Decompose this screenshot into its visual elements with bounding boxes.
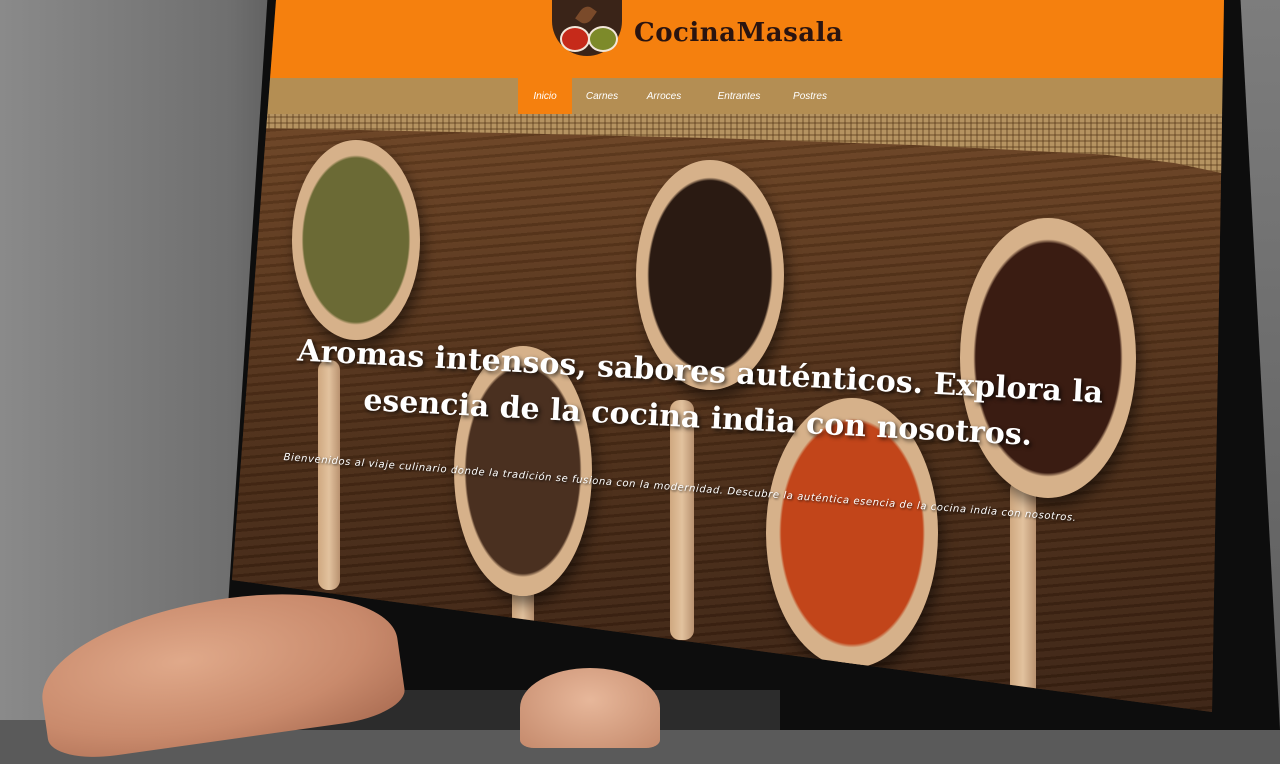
site-header: CocinaMasala: [232, 0, 1224, 78]
nav-item-postres[interactable]: Postres: [782, 78, 838, 114]
nav-item-arroces[interactable]: Arroces: [636, 78, 692, 114]
spoon-oregano: [292, 140, 420, 340]
nav-item-entrantes[interactable]: Entrantes: [706, 78, 772, 114]
red-bowl: [560, 26, 590, 52]
nav-item-carnes[interactable]: Carnes: [576, 78, 628, 114]
leaf-shape: [575, 3, 597, 27]
nav-item-inicio[interactable]: Inicio: [518, 78, 572, 114]
right-hand: [520, 668, 660, 748]
green-bowl: [588, 26, 618, 52]
brand-name[interactable]: CocinaMasala: [634, 18, 843, 48]
spice-bowls-icon[interactable]: [552, 0, 622, 56]
